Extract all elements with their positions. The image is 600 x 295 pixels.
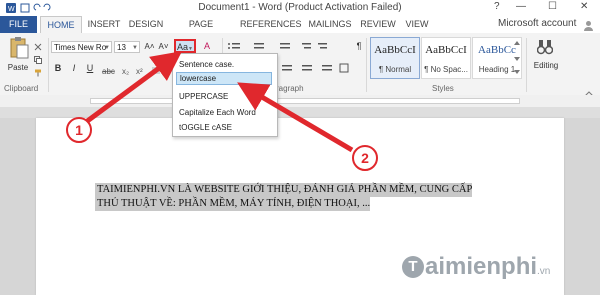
tab-insert[interactable]: INSERT [84,16,124,33]
tab-file[interactable]: FILE [0,16,37,33]
show-formatting-button[interactable]: ¶ [354,40,364,52]
binoculars-icon[interactable] [536,38,554,56]
font-name-value: Times New Ro [54,43,107,52]
collapse-ribbon-icon[interactable] [584,85,594,97]
styles-group-label: Styles [432,84,454,93]
change-case-label: Aa [177,42,189,52]
menu-item-toggle-case[interactable]: tOGGLE cASE [176,121,272,134]
help-button[interactable]: ? [494,1,500,12]
minimize-button[interactable]: — [516,1,526,12]
svg-text:x²: x² [136,67,143,76]
callout-badge-2: 2 [352,145,378,171]
watermark-logo: Taimienphi.vn [402,253,550,281]
svg-text:x₂: x₂ [122,67,129,76]
editing-button[interactable]: Editing [527,60,565,72]
account-avatar-icon[interactable] [583,18,594,31]
page-gutter [0,107,600,118]
menu-item-lowercase[interactable]: lowercase [176,72,272,85]
tab-review[interactable]: REVIEW [358,16,398,33]
chevron-down-icon: ▼ [104,45,110,51]
account-name[interactable]: Microsoft account [498,18,576,29]
tab-page-layout[interactable]: PAGE LAYOUT [170,16,232,46]
clear-formatting-icon: A [203,41,210,51]
maximize-button[interactable]: ☐ [548,1,557,12]
paste-button[interactable]: Paste [4,62,32,74]
svg-text:abc: abc [102,67,115,76]
callout-badge-1: 1 [66,117,92,143]
selected-text-line-1[interactable]: TAIMIENPHI.VN LÀ WEBSITE GIỚI THIỆU, ĐÁN… [95,183,473,197]
tab-mailings[interactable]: MAILINGS [305,16,355,33]
font-size-field[interactable]: 13 ▼ [114,41,140,53]
clipboard-group-label: Clipboard [4,84,39,93]
bold-button[interactable]: B [53,62,63,74]
menu-item-capitalize-each-word[interactable]: Capitalize Each Word [176,106,272,119]
selected-text-line-2[interactable]: THỦ THUẬT VỀ: PHẦN MỀM, MÁY TÍNH, ĐIỆN T… [95,197,371,211]
window-title: Document1 - Word (Product Activation Fai… [198,2,402,13]
underline-button[interactable]: U [85,62,95,74]
styles-gallery-scroll[interactable] [512,37,522,79]
logo-mark-icon: T [402,256,424,278]
menu-item-uppercase[interactable]: UPPERCASE [176,90,272,103]
cut-icon[interactable] [34,38,42,51]
font-size-value: 13 [117,43,126,52]
chevron-down-icon: ▼ [132,45,138,51]
font-effects-toolbar[interactable]: abc x₂ x² [100,63,170,76]
ruler-strip [90,98,520,104]
clear-formatting-button[interactable]: A [200,40,214,52]
group-divider [48,38,49,92]
style-name: ¶ Normal [378,65,412,74]
tab-design[interactable]: DESIGN [126,16,166,33]
group-divider [366,38,367,92]
tab-view[interactable]: VIEW [401,16,433,33]
style-normal[interactable]: AaBbCcI ¶ Normal [370,37,420,79]
paragraph-list-toolbar[interactable] [226,40,346,52]
italic-button[interactable]: I [69,62,79,74]
style-sample: AaBbCcI [425,44,467,56]
copy-icon[interactable] [34,51,42,64]
format-painter-icon[interactable] [34,64,42,77]
grow-font-button[interactable]: A˄ [143,41,156,53]
tab-home[interactable]: HOME [40,16,82,34]
font-name-field[interactable]: Times New Ro ▼ [51,41,112,53]
tab-references[interactable]: REFERENCES [240,16,302,33]
paragraph-align-toolbar[interactable] [280,62,360,74]
close-button[interactable]: ✕ [580,1,588,12]
chevron-down-icon: ▼ [188,46,193,52]
change-case-button[interactable]: Aa▼ [174,39,196,53]
paragraph-group-label: ragraph [276,84,304,93]
style-name: ¶ No Spac... [424,65,468,74]
style-sample: AaBbCcI [374,44,416,56]
paste-icon[interactable] [8,36,30,62]
shrink-font-button[interactable]: A˅ [157,41,170,53]
style-no-spacing[interactable]: AaBbCcI ¶ No Spac... [421,37,471,79]
watermark-text: aimienphi [425,253,538,280]
menu-item-sentence-case[interactable]: Sentence case. [176,58,272,71]
watermark-domain: .vn [537,266,551,277]
